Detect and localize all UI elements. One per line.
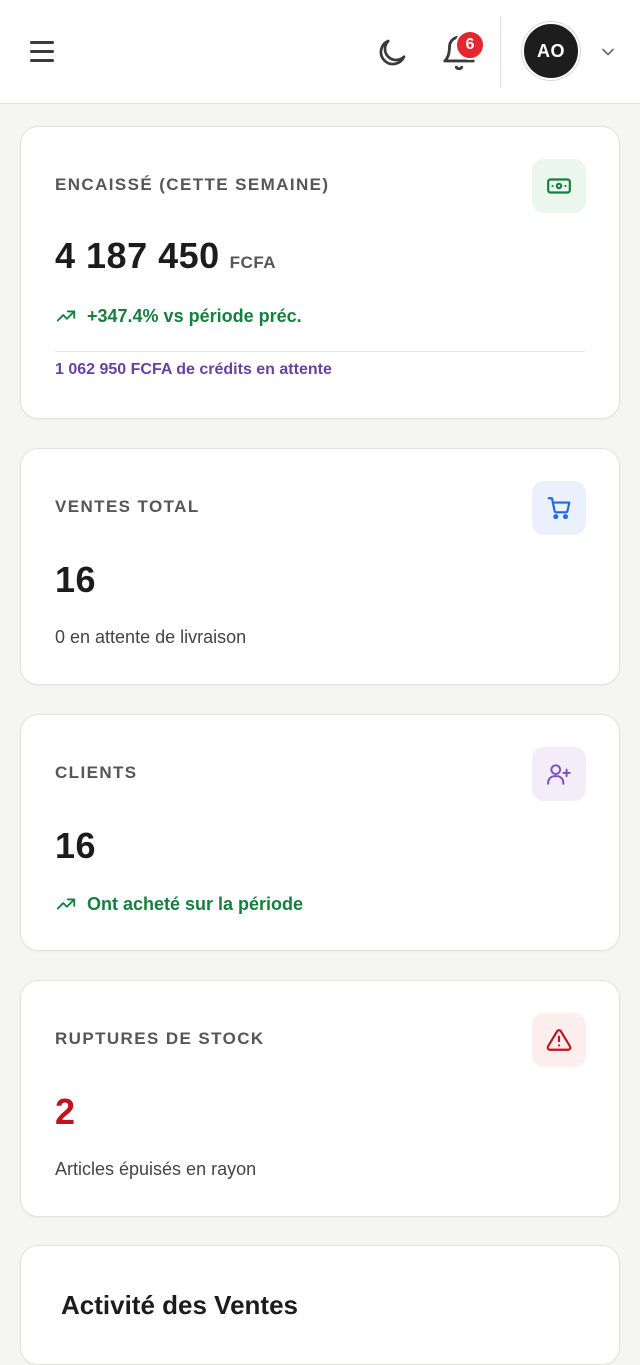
currency-unit: FCFA [229,253,277,272]
stockouts-card: RUPTURES DE STOCK 2 Articles épuisés en … [20,980,620,1217]
sales-value: 16 [55,559,97,600]
sales-card: VENTES TOTAL 16 0 en attente de livraiso… [20,448,620,685]
section-title: Activité des Ventes [61,1290,298,1320]
trend-text: Ont acheté sur la période [87,893,304,914]
alert-triangle-icon [532,1013,586,1067]
revenue-card: ENCAISSÉ (CETTE SEMAINE) 4 187 450 FCFA +… [20,126,620,419]
moon-icon[interactable] [374,35,410,71]
trending-up-icon [56,310,76,322]
revenue-amount: 4 187 450 [55,235,220,276]
header-divider [500,16,501,88]
chevron-down-icon[interactable] [598,42,618,62]
revenue-value: 4 187 450 FCFA [55,235,276,277]
pending-delivery: 0 en attente de livraison [55,627,247,647]
notification-badge: 6 [455,30,485,60]
hamburger-menu-icon[interactable] [28,38,58,66]
clients-value: 16 [55,825,97,866]
card-divider [55,351,585,352]
pending-credits: 1 062 950 FCFA de crédits en attente [55,361,332,378]
trend-text: +347.4% vs période préc. [87,305,302,326]
sales-activity-card: Activité des Ventes [20,1245,620,1365]
card-title: CLIENTS [55,763,138,782]
user-plus-icon [532,747,586,801]
card-title: ENCAISSÉ (CETTE SEMAINE) [55,175,330,194]
clients-card: CLIENTS 16 Ont acheté sur la période [20,714,620,951]
top-bar: 6 AO [0,0,640,104]
stockouts-description: Articles épuisés en rayon [55,1159,257,1179]
shopping-cart-icon [532,481,586,535]
card-title: RUPTURES DE STOCK [55,1029,265,1048]
clients-trend: Ont acheté sur la période [55,893,303,915]
trending-up-icon [56,898,76,910]
card-title: VENTES TOTAL [55,497,200,516]
stockouts-value: 2 [55,1091,76,1132]
revenue-trend: +347.4% vs période préc. [55,305,302,327]
avatar[interactable]: AO [522,22,580,80]
banknote-icon [532,159,586,213]
